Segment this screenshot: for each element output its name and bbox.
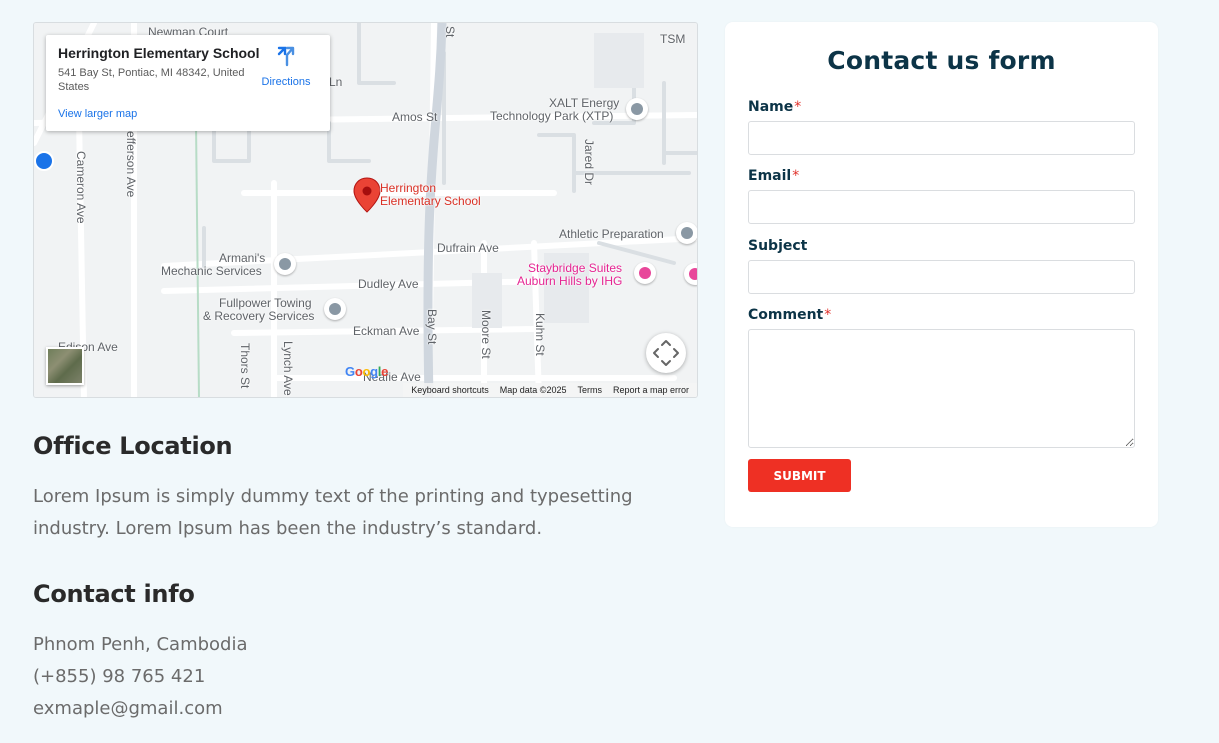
map-label-st-top: St bbox=[443, 26, 457, 38]
satellite-toggle[interactable] bbox=[46, 347, 84, 385]
map-label-staybridge-2: Auburn Hills by IHG bbox=[517, 274, 623, 288]
poi-armanis-icon[interactable] bbox=[274, 253, 296, 275]
form-title: Contact us form bbox=[827, 46, 1056, 75]
lock-pin-icon[interactable] bbox=[34, 151, 54, 171]
name-label-text: Name bbox=[748, 99, 794, 115]
contact-phone: (+855) 98 765 421 bbox=[33, 666, 206, 687]
subject-label: Subject bbox=[748, 238, 807, 254]
poi-hotel-icon[interactable] bbox=[634, 262, 656, 284]
comment-textarea[interactable] bbox=[748, 329, 1135, 448]
map-label-kuhn-st: Kuhn St bbox=[533, 313, 547, 356]
name-label: Name* bbox=[748, 99, 801, 115]
email-label: Email* bbox=[748, 168, 799, 184]
camera-control-button[interactable] bbox=[646, 333, 686, 373]
comment-label: Comment* bbox=[748, 307, 831, 323]
place-name: Herrington Elementary School bbox=[58, 45, 260, 61]
poi-xalt-icon[interactable] bbox=[626, 98, 648, 120]
directions-button[interactable]: Directions bbox=[256, 45, 316, 88]
required-mark: * bbox=[792, 168, 800, 184]
report-error-link[interactable]: Report a map error bbox=[613, 385, 689, 395]
contact-form-card: Contact us form Name* Email* Subject Com… bbox=[725, 22, 1158, 527]
pin-label-line2: Elementary School bbox=[380, 194, 481, 208]
email-field[interactable] bbox=[748, 190, 1135, 224]
email-label-text: Email bbox=[748, 168, 792, 184]
map-label-athletic: Athletic Preparation bbox=[559, 227, 664, 241]
directions-label: Directions bbox=[261, 76, 311, 88]
map-label-bay-st: Bay St bbox=[425, 309, 439, 345]
google-logo: Google bbox=[345, 364, 389, 379]
map-footer: Keyboard shortcuts Map data ©2025 Terms … bbox=[403, 383, 697, 397]
terms-link[interactable]: Terms bbox=[577, 385, 602, 395]
map-label-thors-st: Thors St bbox=[238, 343, 252, 389]
contact-city: Phnom Penh, Cambodia bbox=[33, 634, 248, 655]
map-label-tsm: TSM bbox=[660, 32, 686, 46]
move-arrows-icon bbox=[653, 340, 679, 366]
office-location-text: Lorem Ipsum is simply dummy text of the … bbox=[33, 486, 633, 539]
contact-email: exmaple@gmail.com bbox=[33, 698, 223, 719]
map-label-ln: Ln bbox=[329, 75, 343, 89]
comment-label-text: Comment bbox=[748, 307, 824, 323]
directions-icon bbox=[277, 46, 295, 67]
submit-button[interactable]: SUBMIT bbox=[748, 459, 851, 492]
map-label-moore-st: Moore St bbox=[479, 310, 493, 359]
map-label-dudley: Dudley Ave bbox=[358, 277, 419, 291]
required-mark: * bbox=[824, 307, 832, 323]
required-mark: * bbox=[794, 99, 802, 115]
office-location-heading: Office Location bbox=[33, 432, 233, 460]
map-data-text: Map data ©2025 bbox=[499, 385, 567, 395]
map-label-amos-st: Amos St bbox=[392, 110, 438, 124]
keyboard-shortcuts-link[interactable]: Keyboard shortcuts bbox=[411, 385, 489, 395]
map-label-lynch-ave: Lynch Ave bbox=[281, 341, 295, 396]
place-address: 541 Bay St, Pontiac, MI 48342, United St… bbox=[58, 67, 245, 93]
subject-field[interactable] bbox=[748, 260, 1135, 294]
contact-info-heading: Contact info bbox=[33, 580, 195, 608]
map-label-jefferson: Jefferson Ave bbox=[124, 125, 138, 198]
poi-fullpower-icon[interactable] bbox=[324, 298, 346, 320]
poi-athletic-icon[interactable] bbox=[676, 222, 697, 244]
location-pin-icon[interactable] bbox=[353, 177, 381, 213]
map-label-cameron: Cameron Ave bbox=[74, 151, 88, 224]
map-label-fullpower-2: & Recovery Services bbox=[203, 309, 315, 323]
map-label-xalt-2: Technology Park (XTP) bbox=[490, 109, 614, 123]
map-label-armanis-2: Mechanic Services bbox=[161, 264, 262, 278]
map-label-dufrain: Dufrain Ave bbox=[437, 241, 499, 255]
name-field[interactable] bbox=[748, 121, 1135, 155]
place-info-card: Herrington Elementary School 541 Bay St,… bbox=[46, 35, 330, 131]
map-label-jared-dr: Jared Dr bbox=[582, 139, 596, 186]
subject-label-text: Subject bbox=[748, 238, 808, 254]
embedded-map[interactable]: Newman Court TSM Ln Amos St XALT Energy … bbox=[33, 22, 698, 398]
map-label-eckman: Eckman Ave bbox=[353, 324, 420, 338]
view-larger-map-link[interactable]: View larger map bbox=[58, 108, 137, 120]
